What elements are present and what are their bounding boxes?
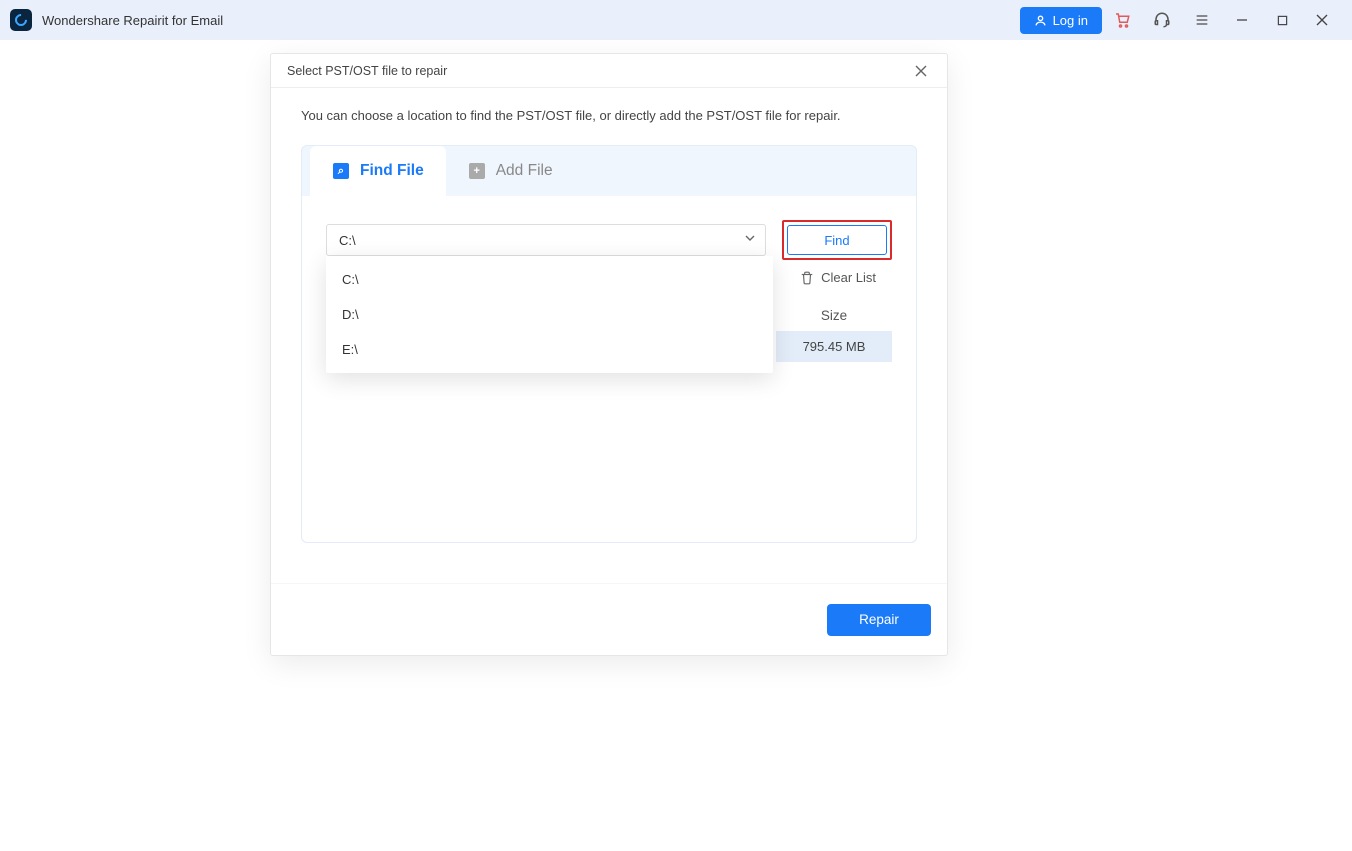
login-button[interactable]: Log in (1020, 7, 1102, 34)
drive-option-d[interactable]: D:\ (326, 297, 773, 332)
drive-option-c[interactable]: C:\ (326, 262, 773, 297)
app-logo (10, 9, 32, 31)
drive-select-value: C:\ (339, 233, 356, 248)
tab-find-label: Find File (360, 162, 424, 180)
dialog-description: You can choose a location to find the PS… (301, 108, 917, 123)
drive-dropdown: C:\ D:\ E:\ (326, 256, 773, 373)
search-file-icon: ⌕ (332, 162, 350, 180)
close-icon (915, 65, 927, 77)
repair-button[interactable]: Repair (827, 604, 931, 636)
dialog-title: Select PST/OST file to repair (287, 64, 447, 78)
close-window-button[interactable] (1302, 0, 1342, 40)
select-file-dialog: Select PST/OST file to repair You can ch… (270, 53, 948, 656)
dialog-header: Select PST/OST file to repair (271, 54, 947, 88)
clear-list-label: Clear List (821, 270, 876, 285)
add-file-icon: + (468, 162, 486, 180)
maximize-button[interactable] (1262, 0, 1302, 40)
size-cell: 795.45 MB (776, 331, 892, 362)
tab-add-file[interactable]: + Add File (446, 146, 575, 196)
tab-find-file[interactable]: ⌕ Find File (310, 146, 446, 196)
dialog-close-button[interactable] (911, 61, 931, 81)
drive-option-e[interactable]: E:\ (326, 332, 773, 367)
find-button[interactable]: Find (787, 225, 887, 255)
dialog-footer: Repair (271, 583, 947, 655)
find-button-highlight: Find (782, 220, 892, 260)
size-column: Size 795.45 MB (776, 300, 892, 362)
chevron-down-icon (744, 231, 756, 249)
size-header: Size (776, 300, 892, 331)
trash-icon (800, 271, 814, 285)
tab-add-label: Add File (496, 162, 553, 180)
support-icon[interactable] (1142, 0, 1182, 40)
panel-content: C:\ Find C:\ D:\ (302, 196, 916, 542)
drive-select[interactable]: C:\ (326, 224, 766, 256)
menu-icon[interactable] (1182, 0, 1222, 40)
minimize-button[interactable] (1222, 0, 1262, 40)
file-panel: ⌕ Find File + Add File C:\ (301, 145, 917, 543)
titlebar: Wondershare Repairit for Email Log in (0, 0, 1352, 40)
clear-list-button[interactable]: Clear List (800, 270, 876, 285)
dialog-body: You can choose a location to find the PS… (271, 88, 947, 583)
cart-icon[interactable] (1102, 0, 1142, 40)
app-title: Wondershare Repairit for Email (42, 13, 223, 28)
tabs: ⌕ Find File + Add File (302, 146, 916, 196)
user-icon (1034, 14, 1047, 27)
login-label: Log in (1053, 13, 1088, 28)
